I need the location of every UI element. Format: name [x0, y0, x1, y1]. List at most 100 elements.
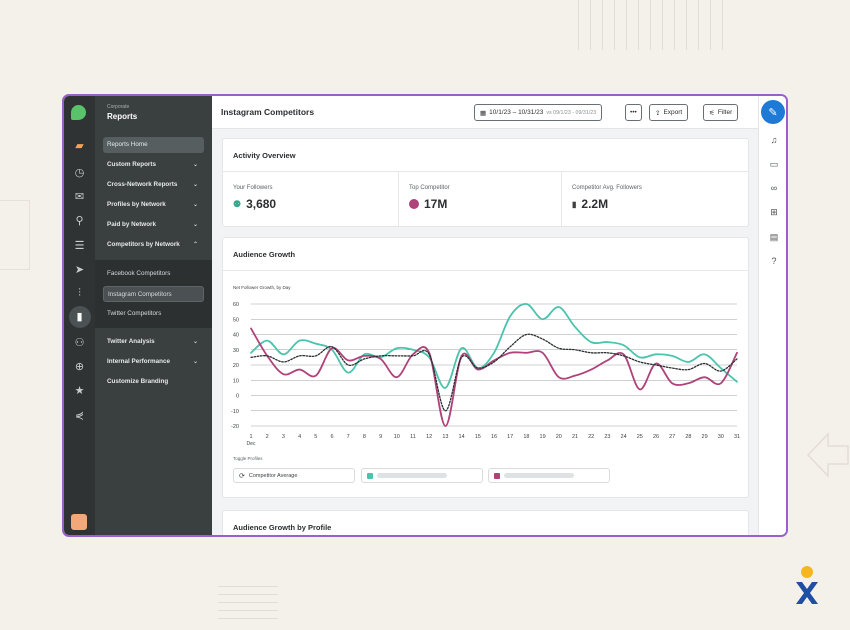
automation-icon[interactable]: ⋞: [64, 406, 95, 424]
sidebar-subtitle: Corporate: [107, 104, 130, 110]
send-icon[interactable]: ➤: [64, 260, 95, 278]
keyboard-icon[interactable]: ▤: [759, 230, 786, 244]
sidebar-item-profiles-by-network[interactable]: Profiles by Network ⌄: [103, 197, 204, 213]
stat-label: Your Followers: [233, 185, 273, 191]
sprout-logo[interactable]: [71, 105, 86, 120]
x-tick-sublabel: Dec: [247, 441, 256, 447]
x-tick-label: 10: [394, 434, 400, 440]
refresh-icon: ⟳: [239, 472, 245, 480]
x-tick-label: 21: [572, 434, 578, 440]
stat-label: Competitor Avg. Followers: [572, 185, 642, 191]
sidebar-item-internal-performance[interactable]: Internal Performance ⌄: [103, 354, 204, 370]
sidebar-title: Reports: [107, 112, 138, 121]
stat-value: ⚉ 3,680: [233, 197, 276, 211]
stat-value-text: 3,680: [246, 197, 277, 211]
pin-icon[interactable]: ⚲: [64, 211, 95, 229]
app-window: ▰ ◷ ✉ ⚲ ☰ ➤ ⫶ ▮ ⚇ ⊕ ★ ⋞ Corporate Report…: [62, 94, 788, 537]
chevron-down-icon: ⌄: [192, 222, 198, 228]
sidebar-item-twitter-analysis[interactable]: Twitter Analysis ⌄: [103, 334, 204, 350]
toggle-competitor-average[interactable]: ⟳ Competitor Average: [233, 468, 355, 483]
compare-range-value: vs 09/1/23 - 09/31/23: [546, 109, 597, 116]
sidebar-item-label: Custom Reports: [107, 161, 156, 168]
y-tick-label: 50: [233, 317, 239, 323]
bell-icon[interactable]: ♫: [759, 133, 786, 147]
listening-icon[interactable]: ⫶: [64, 284, 95, 302]
x-tick-label: 25: [637, 434, 643, 440]
toggle-profile-teal[interactable]: [361, 468, 483, 483]
card-title: Audience Growth by Profile: [233, 523, 332, 532]
stat-value-text: 17M: [424, 197, 448, 211]
people-icon[interactable]: ⚇: [64, 333, 95, 351]
background-decoration-lines: [218, 586, 278, 626]
x-tick-label: 29: [702, 434, 708, 440]
card-title: Activity Overview: [233, 151, 296, 160]
y-tick-label: 60: [233, 302, 239, 308]
sidebar-item-label: Twitter Competitors: [107, 310, 162, 317]
message-icon[interactable]: ▭: [759, 157, 786, 171]
chevron-up-icon: ⌃: [192, 242, 198, 248]
sidebar-item-label: Reports Home: [107, 141, 148, 148]
chevron-down-icon: ⌄: [192, 182, 198, 188]
export-button[interactable]: ⇪ Export: [649, 104, 689, 121]
x-tick-label: 19: [540, 434, 546, 440]
y-tick-label: 0: [236, 394, 239, 400]
divider: [223, 270, 748, 271]
y-tick-label: -20: [231, 424, 239, 430]
x-tick-label: 18: [523, 434, 529, 440]
series-line-0: [250, 303, 738, 389]
x-tick-label: 22: [588, 434, 594, 440]
x-tick-label: 26: [653, 434, 659, 440]
date-range-picker[interactable]: ▦ 10/1/23 – 10/31/23 vs 09/1/23 - 09/31/…: [474, 104, 603, 121]
x-tick-label: 28: [685, 434, 691, 440]
list-icon[interactable]: ☰: [64, 236, 95, 254]
series-line-1: [250, 327, 738, 427]
sidebar-item-paid-by-network[interactable]: Paid by Network ⌄: [103, 217, 204, 233]
export-label: Export: [663, 109, 683, 116]
x-tick-label: 15: [475, 434, 481, 440]
folder-icon[interactable]: ▰: [64, 136, 95, 154]
audience-growth-chart: 6050403020100-10-201 2 3 4 5 6 7 8 9 10 11 12 13 14 15…: [231, 302, 740, 447]
sidebar-item-cross-network[interactable]: Cross-Network Reports ⌄: [103, 177, 204, 193]
add-icon[interactable]: ⊞: [759, 205, 786, 219]
filter-label: Filter: [717, 109, 733, 116]
globe-icon[interactable]: ⊕: [64, 357, 95, 375]
x-tick-label: 2: [266, 434, 269, 440]
sidebar-item-label: Twitter Analysis: [107, 338, 155, 345]
link-icon[interactable]: ∞: [759, 181, 786, 195]
sidebar-item-customize-branding[interactable]: Customize Branding: [103, 374, 204, 390]
audience-growth-by-profile-card: Audience Growth by Profile: [222, 510, 749, 535]
more-options-button[interactable]: •••: [625, 104, 642, 121]
stat-value: ▮ 2.2M: [572, 197, 608, 211]
sidebar-item-facebook-competitors[interactable]: Facebook Competitors: [103, 266, 204, 282]
x-tick-label: 11: [410, 434, 416, 440]
sidebar-item-reports-home[interactable]: Reports Home: [103, 137, 204, 153]
avatar[interactable]: [71, 514, 87, 530]
icon-rail: ▰ ◷ ✉ ⚲ ☰ ➤ ⫶ ▮ ⚇ ⊕ ★ ⋞: [64, 96, 95, 535]
dashboard-icon[interactable]: ◷: [64, 163, 95, 181]
sidebar-item-twitter-competitors[interactable]: Twitter Competitors: [103, 306, 204, 322]
stat-label: Top Competitor: [409, 185, 450, 191]
right-rail: ✎ ♫ ▭ ∞ ⊞ ▤ ?: [758, 96, 786, 535]
filter-button[interactable]: ⚟ Filter: [703, 104, 739, 121]
page-title: Instagram Competitors: [221, 107, 315, 117]
inbox-icon[interactable]: ✉: [64, 187, 95, 205]
sidebar-item-label: Cross-Network Reports: [107, 181, 178, 188]
help-icon[interactable]: ?: [759, 254, 786, 268]
sidebar-item-label: Instagram Competitors: [108, 291, 172, 298]
compose-icon[interactable]: ✎: [761, 100, 785, 124]
sidebar-item-label: Internal Performance: [107, 358, 170, 365]
star-icon[interactable]: ★: [64, 381, 95, 399]
sidebar-item-custom-reports[interactable]: Custom Reports ⌄: [103, 157, 204, 173]
sidebar-item-instagram-competitors[interactable]: Instagram Competitors: [103, 286, 204, 302]
competitors-submenu: Facebook Competitors Instagram Competito…: [95, 260, 212, 328]
building-icon: ▮: [572, 199, 577, 209]
x-tick-label: 3: [282, 434, 285, 440]
reports-icon[interactable]: ▮: [64, 306, 95, 328]
date-range-value: 10/1/23 – 10/31/23: [489, 109, 544, 116]
sidebar-item-label: Customize Branding: [107, 378, 169, 385]
more-icon: •••: [630, 109, 637, 116]
sidebar-item-competitors-by-network[interactable]: Competitors by Network ⌃: [103, 237, 204, 253]
x-tick-label: 23: [604, 434, 610, 440]
y-tick-label: 30: [233, 348, 239, 354]
toggle-profile-magenta[interactable]: [488, 468, 610, 483]
